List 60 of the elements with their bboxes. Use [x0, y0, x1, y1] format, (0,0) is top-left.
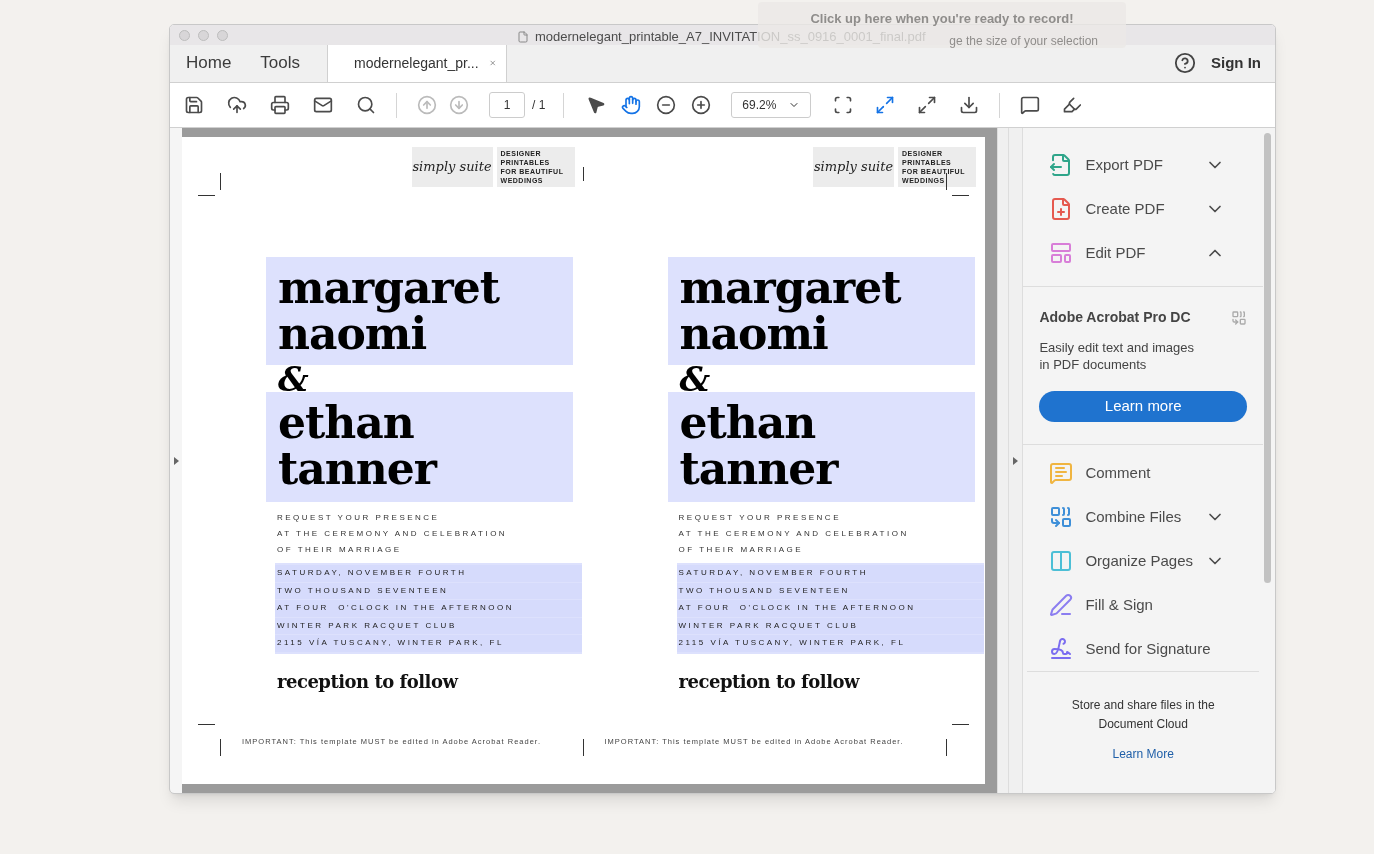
- scrollbar[interactable]: [997, 128, 1009, 793]
- tool-item[interactable]: Export PDF: [1023, 143, 1263, 187]
- reception-text: reception to follow: [677, 669, 861, 694]
- signature-icon: [1049, 637, 1074, 661]
- tool-label: Edit PDF: [1085, 242, 1147, 263]
- combine-icon: [1049, 505, 1074, 529]
- learn-more-button[interactable]: Learn more: [1039, 391, 1247, 422]
- document-icon: [517, 30, 529, 43]
- tool-label: Comment: [1085, 462, 1152, 483]
- groom-name: tanner: [679, 446, 840, 492]
- tool-item[interactable]: Comment: [1023, 451, 1263, 495]
- promo-title: Adobe Acrobat Pro DC: [1039, 308, 1191, 327]
- request-line: OF THEIR MARRIAGE: [277, 544, 403, 556]
- pen-icon: [1049, 593, 1074, 617]
- help-icon[interactable]: [1174, 52, 1196, 74]
- hint-subtitle: ge the size of your selection: [949, 32, 1098, 50]
- tool-item[interactable]: Fill & Sign: [1023, 583, 1263, 627]
- tool-label: Combine Files: [1085, 506, 1183, 527]
- request-line: REQUEST YOUR PRESENCE: [277, 512, 441, 524]
- learn-more-link[interactable]: Learn More: [1112, 745, 1174, 763]
- collapse-panel-icon[interactable]: [1013, 456, 1019, 465]
- reception-text: reception to follow: [276, 669, 460, 694]
- logo-script: simply suite: [813, 147, 895, 187]
- logo-script: simply suite: [411, 147, 493, 187]
- ampersand: &: [278, 360, 309, 398]
- tool-label: Create PDF: [1085, 198, 1166, 219]
- sign-in-button[interactable]: Sign In: [1211, 51, 1261, 75]
- nav-tab[interactable]: Tools: [246, 44, 315, 82]
- tool-label: Export PDF: [1085, 154, 1164, 175]
- tool-item[interactable]: Combine Files: [1023, 495, 1263, 539]
- expand-left-icon[interactable]: [173, 456, 179, 465]
- tool-item[interactable]: Create PDF: [1023, 187, 1263, 231]
- request-line: AT THE CEREMONY AND CELEBRATION: [678, 528, 910, 540]
- hint-title: Click up here when you're ready to record!: [810, 10, 1074, 28]
- page-total: / 1: [532, 97, 546, 114]
- columns-icon: [1049, 549, 1074, 573]
- tool-item[interactable]: Organize Pages: [1023, 539, 1263, 583]
- bride-name: margaret: [679, 265, 903, 311]
- groom-name: tanner: [278, 446, 439, 492]
- tool-label: Send for Signature: [1085, 638, 1212, 659]
- promo-text: Easily edit text and images in PDF documents: [1039, 339, 1196, 373]
- request-line: AT THE CEREMONY AND CELEBRATION: [277, 528, 509, 540]
- tool-item[interactable]: Edit PDF: [1023, 231, 1263, 275]
- ampersand: &: [679, 360, 711, 398]
- tool-label: Organize Pages: [1085, 550, 1193, 571]
- tool-item[interactable]: Send for Signature: [1023, 627, 1263, 671]
- cloud-text: Store and share files in the Document Cloud: [1070, 697, 1216, 733]
- nav-tab[interactable]: Home: [170, 44, 247, 82]
- request-line: REQUEST YOUR PRESENCE: [678, 512, 842, 524]
- layout-icon: [1049, 241, 1074, 265]
- page-number-field[interactable]: 1: [489, 92, 525, 118]
- bride-name: margaret: [278, 265, 501, 311]
- groom-name: ethan: [278, 400, 415, 446]
- scrollbar-thumb[interactable]: [1264, 133, 1271, 583]
- groom-name: ethan: [679, 400, 817, 446]
- request-line: OF THEIR MARRIAGE: [678, 544, 805, 556]
- comment-icon: [1049, 461, 1074, 485]
- tool-label: Fill & Sign: [1085, 594, 1154, 615]
- document-tab[interactable]: modernelegant_pr...: [327, 44, 508, 82]
- zoom-dropdown[interactable]: 69.2%: [731, 92, 812, 118]
